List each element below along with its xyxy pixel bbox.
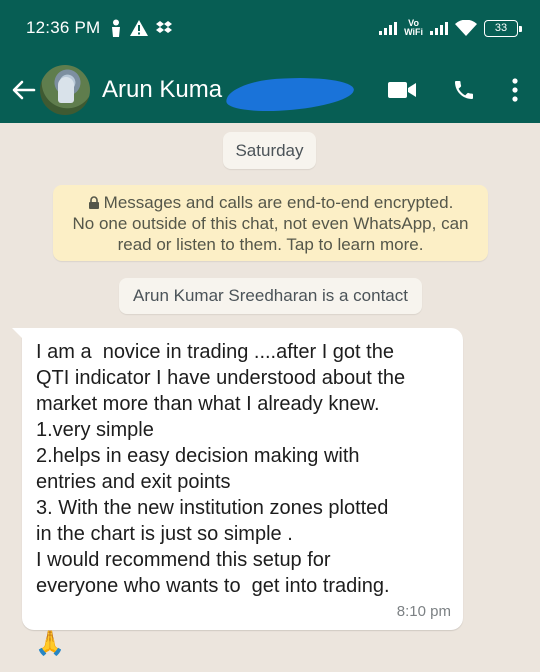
encryption-line-1: Messages and calls are end-to-end encryp…: [61, 192, 480, 213]
message-time: 8:10 pm: [396, 603, 451, 620]
contact-notice[interactable]: Arun Kumar Sreedharan is a contact: [119, 278, 422, 314]
back-arrow-icon[interactable]: [10, 77, 36, 103]
more-options-icon[interactable]: [512, 77, 518, 102]
message-line: 1.very simple: [36, 419, 154, 441]
incoming-message[interactable]: I am a novice in trading ....after I got…: [12, 328, 463, 630]
avatar[interactable]: [40, 64, 90, 115]
contact-name[interactable]: Arun Kuma: [102, 73, 355, 114]
date-chip: Saturday: [223, 132, 316, 169]
person-status-icon: [112, 19, 121, 37]
message-line: entries and exit points: [36, 471, 231, 493]
status-left-icons: [110, 19, 173, 37]
encryption-notice[interactable]: Messages and calls are end-to-end encryp…: [53, 185, 488, 261]
signal-icon: [379, 21, 398, 35]
phone-icon[interactable]: [452, 78, 476, 102]
dropbox-icon: [156, 21, 173, 33]
encryption-line-3: read or listen to them. Tap to learn mor…: [117, 235, 424, 254]
battery-icon: 33: [484, 19, 522, 37]
message-line: I am a novice in trading ....after I got…: [36, 341, 394, 363]
chat-area[interactable]: Saturday Messages and calls are end-to-e…: [0, 123, 540, 672]
message-line: QTI indicator I have understood about th…: [36, 367, 406, 389]
vowifi-icon: Vo WiFi: [404, 18, 423, 37]
wifi-icon: [455, 19, 477, 36]
message-line: I would recommend this setup for: [36, 549, 331, 571]
signal-icon-2: [430, 21, 448, 35]
redaction-scribble: [225, 73, 355, 114]
message-line: market more than what I already knew.: [36, 393, 380, 415]
video-call-icon[interactable]: [388, 80, 416, 100]
warning-icon: [130, 20, 149, 36]
encryption-line-2: No one outside of this chat, not even Wh…: [72, 214, 469, 233]
lock-icon: [88, 196, 99, 209]
message-line: 2.helps in easy decision making with: [36, 445, 360, 467]
message-line: in the chart is just so simple .: [36, 523, 293, 545]
status-time: 12:36 PM: [26, 18, 101, 37]
status-bar: 12:36 PM Vo WiFi 33: [0, 0, 540, 56]
message-line: 3. With the new institution zones plotte…: [36, 497, 389, 519]
header-actions: [388, 77, 518, 102]
chat-header: Arun Kuma: [0, 56, 540, 123]
status-right-icons: Vo WiFi 33: [379, 18, 522, 37]
message-line: everyone who wants to get into trading.: [36, 575, 390, 597]
folded-hands-emoji[interactable]: 🙏: [35, 628, 65, 660]
